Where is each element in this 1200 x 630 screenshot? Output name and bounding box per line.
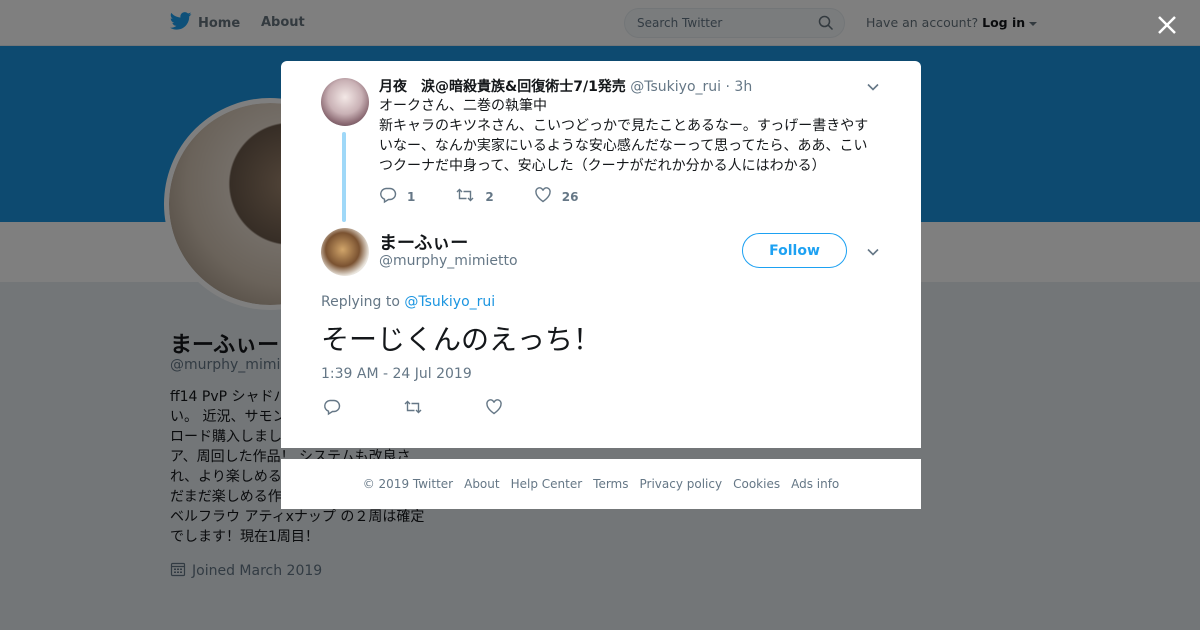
reply-count: 1: [407, 189, 416, 204]
main-tweet-date[interactable]: 1:39 AM - 24 Jul 2019: [321, 366, 472, 382]
tweet-text-line: オークさん、二巻の執筆中: [379, 98, 547, 114]
thread-connector: [342, 132, 346, 222]
time-separator: ·: [725, 79, 730, 95]
main-author-handle[interactable]: @murphy_mimietto: [379, 253, 518, 269]
retweet-action[interactable]: 2: [455, 186, 494, 207]
footer-link-about[interactable]: About: [464, 477, 499, 491]
replying-to: Replying to @Tsukiyo_rui: [321, 294, 495, 310]
parent-tweet-avatar[interactable]: [321, 78, 369, 126]
replying-to-link[interactable]: @Tsukiyo_rui: [404, 294, 495, 310]
footer-link-privacy[interactable]: Privacy policy: [640, 477, 723, 491]
main-tweet-actions: [323, 398, 565, 416]
reply-action[interactable]: 1: [379, 186, 415, 207]
chevron-down-icon[interactable]: [866, 244, 880, 258]
main-tweet-text: そーじくんのえっち！: [321, 323, 602, 356]
close-icon[interactable]: [1154, 12, 1180, 38]
footer-link-terms[interactable]: Terms: [593, 477, 628, 491]
retweet-count: 2: [485, 189, 494, 204]
tweet-text-line: いなー、なんか実家にいるような安心感んだなーって思ってたら、ああ、こい: [379, 138, 868, 154]
follow-button[interactable]: Follow: [742, 233, 847, 268]
heart-icon: [534, 186, 552, 207]
footer-link-ads-info[interactable]: Ads info: [791, 477, 839, 491]
heart-icon[interactable]: [485, 398, 503, 416]
parent-tweet-actions: 1 2 26: [379, 186, 618, 207]
footer-copyright: © 2019 Twitter: [362, 477, 454, 491]
parent-author-name[interactable]: 月夜 涙@暗殺貴族&回復術士7/1発売: [379, 79, 626, 95]
tweet-text-line: 新キャラのキツネさん、こいつどっかで見たことあるなー。すっげー書きやす: [379, 118, 869, 134]
retweet-icon: [455, 186, 475, 207]
parent-tweet-text: オークさん、二巻の執筆中 新キャラのキツネさん、こいつどっかで見たことあるなー。…: [379, 96, 875, 176]
reply-icon: [379, 186, 397, 207]
chevron-down-icon[interactable]: [866, 79, 880, 93]
footer-link-cookies[interactable]: Cookies: [733, 477, 780, 491]
main-author-name[interactable]: まーふぃー: [379, 229, 468, 255]
main-tweet-avatar[interactable]: [321, 228, 369, 276]
replying-prefix: Replying to: [321, 294, 400, 310]
parent-tweet-header: 月夜 涙@暗殺貴族&回復術士7/1発売 @Tsukiyo_rui · 3h: [379, 76, 752, 96]
modal-footer: © 2019 Twitter About Help Center Terms P…: [281, 459, 921, 509]
reply-icon[interactable]: [323, 398, 341, 416]
footer-link-help-center[interactable]: Help Center: [511, 477, 583, 491]
tweet-text-line: つクーナだ中身って、安心した（クーナがだれか分かる人にはわかる）: [379, 158, 826, 174]
retweet-icon[interactable]: [403, 398, 423, 416]
like-action[interactable]: 26: [534, 186, 579, 207]
like-count: 26: [561, 189, 579, 204]
parent-tweet-time[interactable]: 3h: [734, 79, 752, 95]
parent-author-handle[interactable]: @Tsukiyo_rui: [630, 79, 721, 95]
